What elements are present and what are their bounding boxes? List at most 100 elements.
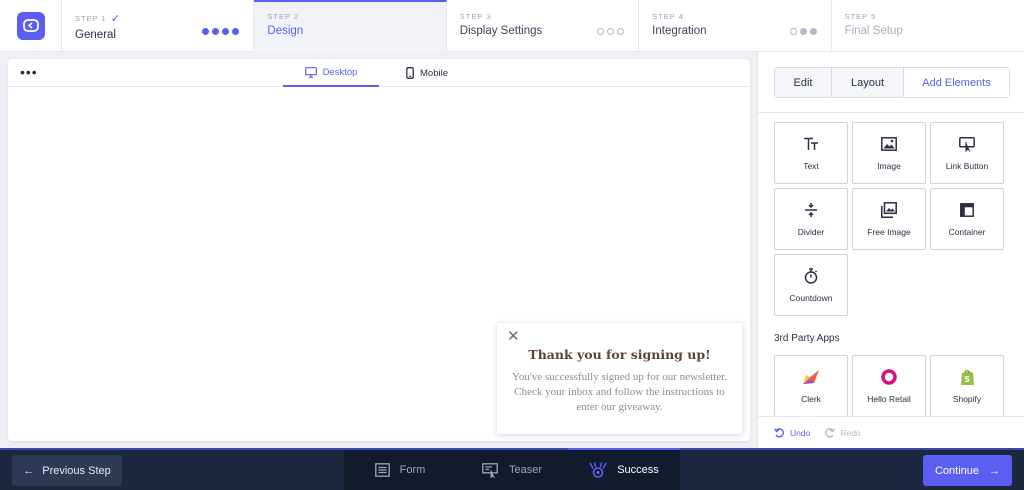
tab-label: Teaser (508, 464, 543, 476)
previous-step-label: Previous Step (42, 464, 111, 477)
undo-icon (774, 427, 785, 437)
app-shopify[interactable]: S Shopify (930, 355, 1004, 417)
tab-add-elements[interactable]: Add Elements (904, 68, 1009, 97)
element-text[interactable]: Text (774, 122, 848, 184)
element-image[interactable]: Image (852, 122, 926, 184)
element-label: Countdown (789, 293, 833, 303)
tab-label: Mobile (420, 67, 448, 79)
svg-text:S: S (964, 375, 970, 384)
step-integration[interactable]: STEP 4 Integration (639, 0, 832, 52)
elements-grid: Text Image Link Button Divider Free Imag… (774, 122, 1010, 316)
shopify-logo-icon: S (960, 368, 975, 386)
clerk-logo-icon (802, 368, 820, 386)
teaser-icon (482, 462, 498, 478)
element-label: Text (803, 161, 819, 171)
element-label: Link Button (945, 161, 989, 171)
third-party-apps-heading: 3rd Party Apps (774, 333, 840, 344)
arrow-left-icon: ← (23, 464, 35, 477)
free-image-icon (881, 201, 897, 219)
progress-dot-empty (607, 28, 615, 35)
element-divider[interactable]: Divider (774, 188, 848, 250)
redo-icon (825, 427, 836, 437)
step-design[interactable]: STEP 2 Design (254, 0, 447, 52)
apps-grid: Clerk Hello Retail S Shopify (774, 355, 1010, 417)
undo-label: Undo (790, 427, 811, 438)
form-icon (374, 463, 390, 477)
element-label: Free Image (867, 227, 911, 237)
continue-button[interactable]: Continue → (923, 455, 1012, 486)
bottom-bar: ← Previous Step Form Teaser Success Cont… (0, 448, 1024, 490)
steps-bar: STEP 1 ✓ General STEP 2 Design STEP 3 Dis… (0, 0, 1024, 52)
success-popup-preview[interactable]: ✕ Thank you for signing up! You've succe… (497, 323, 742, 434)
mobile-icon (406, 67, 414, 79)
arrow-right-icon: → (989, 464, 1001, 477)
text-icon (803, 135, 819, 153)
close-icon[interactable]: ✕ (507, 329, 520, 344)
canvas-header: ••• Desktop Mobile (8, 59, 750, 87)
progress-dot-partial (799, 28, 807, 35)
step-title: Design (267, 25, 304, 37)
device-tabs: Desktop Mobile (283, 59, 475, 87)
history-bar: Undo Redo (758, 416, 1024, 448)
tab-form[interactable]: Form (344, 450, 456, 490)
image-icon (881, 135, 897, 153)
progress-dots (597, 28, 625, 35)
progress-dots (789, 28, 817, 35)
panel-tabs: Edit Layout Add Elements (774, 67, 1010, 98)
tab-label: Desktop (322, 66, 358, 78)
progress-dot-filled (222, 28, 230, 35)
container-icon (960, 201, 974, 219)
element-label: Container (948, 227, 986, 237)
preview-mode-tabs: Form Teaser Success (344, 448, 680, 490)
tab-label: Success (617, 464, 659, 476)
redo-label: Redo (840, 427, 861, 438)
hello-retail-logo-icon (881, 368, 897, 386)
step-number: STEP 1 (75, 14, 107, 23)
success-icon (589, 461, 607, 478)
tab-teaser[interactable]: Teaser (456, 450, 568, 490)
progress-dot-filled (232, 28, 240, 35)
more-options-icon[interactable]: ••• (20, 65, 38, 79)
step-title: Final Setup (844, 25, 903, 37)
app-clerk[interactable]: Clerk (774, 355, 848, 417)
tab-mobile[interactable]: Mobile (379, 59, 475, 87)
progress-dot-partial (809, 28, 817, 35)
app-hello-retail[interactable]: Hello Retail (852, 355, 926, 417)
tab-label: Form (399, 464, 426, 476)
step-final-setup[interactable]: STEP 5 Final Setup (832, 0, 1024, 52)
element-countdown[interactable]: Countdown (774, 254, 848, 316)
previous-step-button[interactable]: ← Previous Step (12, 455, 122, 486)
stopwatch-icon (804, 267, 818, 285)
progress-dots (202, 28, 240, 35)
element-free-image[interactable]: Free Image (852, 188, 926, 250)
element-label: Image (877, 161, 901, 171)
elements-panel: Edit Layout Add Elements Text Image Link… (757, 52, 1024, 448)
redo-button[interactable]: Redo (824, 427, 861, 438)
popup-title[interactable]: Thank you for signing up! (497, 347, 742, 362)
tab-layout[interactable]: Layout (832, 68, 904, 97)
progress-dot-filled (202, 28, 210, 35)
desktop-icon (304, 66, 317, 78)
element-container[interactable]: Container (930, 188, 1004, 250)
step-number: STEP 3 (459, 12, 492, 21)
divider (758, 112, 1024, 113)
progress-dot-empty (597, 28, 605, 35)
step-display-settings[interactable]: STEP 3 Display Settings (447, 0, 640, 52)
continue-label: Continue (934, 464, 980, 477)
link-button-icon (959, 135, 975, 153)
step-general[interactable]: STEP 1 ✓ General (62, 0, 255, 52)
step-number: STEP 2 (267, 12, 300, 21)
tab-edit[interactable]: Edit (775, 68, 832, 97)
tab-desktop[interactable]: Desktop (283, 59, 379, 87)
element-link-button[interactable]: Link Button (930, 122, 1004, 184)
divider-icon (804, 201, 818, 219)
progress-dot-filled (212, 28, 220, 35)
check-icon: ✓ (110, 13, 121, 25)
popup-body[interactable]: You've successfully signed up for our ne… (497, 370, 742, 415)
progress-dot-empty (617, 28, 625, 35)
tab-success[interactable]: Success (568, 448, 680, 490)
progress-dot-empty (789, 28, 797, 35)
app-logo-icon[interactable] (16, 12, 45, 40)
undo-button[interactable]: Undo (774, 428, 810, 438)
logo-cell[interactable] (0, 0, 62, 52)
